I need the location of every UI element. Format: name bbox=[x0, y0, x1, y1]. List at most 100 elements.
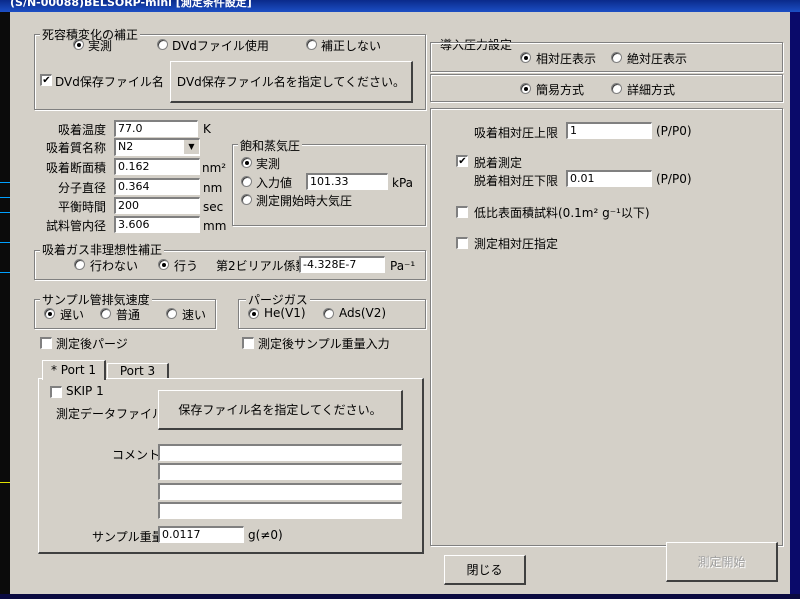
exhaust-normal-label: 普通 bbox=[116, 308, 141, 322]
purge-he-label: He(V1) bbox=[264, 306, 306, 320]
background-strip-left bbox=[0, 12, 10, 599]
saturation-input-radio[interactable] bbox=[241, 176, 252, 187]
nonideal-yes-radio[interactable] bbox=[158, 259, 169, 270]
mode-detail-label: 詳細方式 bbox=[627, 83, 676, 97]
dvd-filename-button[interactable]: DVd保存ファイル名を指定してください。 bbox=[170, 61, 413, 103]
equilibrium-label: 平衡時間 bbox=[58, 200, 107, 214]
temp-label: 吸着温度 bbox=[58, 123, 107, 137]
chevron-down-icon[interactable]: ▼ bbox=[183, 140, 199, 154]
purge-ads-radio[interactable] bbox=[323, 308, 334, 319]
area-unit: nm² bbox=[202, 161, 227, 175]
upper-limit-label: 吸着相対圧上限 bbox=[474, 126, 559, 140]
dead-volume-none-radio[interactable] bbox=[306, 39, 317, 50]
dvd-save-label: DVd保存ファイル名 bbox=[55, 75, 164, 89]
exhaust-normal-radio[interactable] bbox=[100, 308, 111, 319]
temp-unit: K bbox=[203, 122, 211, 136]
desorb-label: 脱着測定 bbox=[474, 156, 523, 170]
temp-input[interactable]: 77.0 bbox=[114, 120, 198, 137]
exhaust-slow-label: 遅い bbox=[60, 308, 85, 322]
saturation-measured-label: 実測 bbox=[256, 157, 281, 171]
dead-volume-dvd-file-radio[interactable] bbox=[157, 39, 168, 50]
diameter-label: 分子直径 bbox=[58, 181, 107, 195]
exhaust-fast-radio[interactable] bbox=[166, 308, 177, 319]
pressure-display-group bbox=[430, 42, 783, 72]
weight-unit: g(≠0) bbox=[248, 528, 283, 542]
area-label: 吸着断面積 bbox=[46, 161, 107, 175]
comment-label: コメント bbox=[112, 448, 161, 462]
window-title: (S/N-00088)BELSORP-mini [測定条件設定] bbox=[10, 0, 252, 9]
virial-coef-input[interactable]: -4.328E-7 bbox=[299, 256, 385, 273]
background-taskbar bbox=[0, 594, 800, 599]
comment-input-3[interactable] bbox=[158, 483, 402, 500]
dialog-window: 死容積変化の補正 実測 DVdファイル使用 補正しない ✔ DVd保存ファイル名… bbox=[10, 12, 790, 594]
display-absolute-radio[interactable] bbox=[611, 52, 622, 63]
after-purge-label: 測定後パージ bbox=[56, 337, 128, 351]
saturation-atm-radio[interactable] bbox=[241, 194, 252, 205]
nonideal-no-label: 行わない bbox=[90, 259, 139, 273]
rel-spec-checkbox[interactable] bbox=[456, 237, 468, 249]
diameter-unit: nm bbox=[203, 181, 223, 195]
datafile-button[interactable]: 保存ファイル名を指定してください。 bbox=[158, 390, 403, 430]
upper-limit-input[interactable]: 1 bbox=[566, 122, 652, 139]
saturation-input-label: 入力値 bbox=[256, 176, 293, 190]
tab-port-3[interactable]: Port 3 bbox=[107, 363, 169, 379]
area-input[interactable]: 0.162 bbox=[114, 158, 200, 175]
mode-simple-radio[interactable] bbox=[520, 83, 531, 94]
skip-label: SKIP 1 bbox=[66, 384, 104, 398]
tube-unit: mm bbox=[203, 219, 227, 233]
diameter-input[interactable]: 0.364 bbox=[114, 178, 200, 195]
comment-input-1[interactable] bbox=[158, 444, 402, 461]
weight-input[interactable]: 0.0117 bbox=[158, 526, 244, 543]
saturation-title: 飽和蒸気圧 bbox=[238, 137, 303, 154]
display-absolute-label: 絶対圧表示 bbox=[627, 52, 688, 66]
after-weight-checkbox[interactable] bbox=[242, 337, 254, 349]
rel-spec-label: 測定相対圧指定 bbox=[474, 237, 559, 251]
start-measurement-button[interactable]: 測定開始 bbox=[666, 542, 778, 582]
low-area-label: 低比表面積試料(0.1m² g⁻¹以下) bbox=[474, 206, 650, 220]
tube-label: 試料管内径 bbox=[46, 219, 107, 233]
dvd-save-checkbox[interactable]: ✔ bbox=[40, 74, 52, 86]
gas-select[interactable]: N2 ▼ bbox=[114, 138, 200, 156]
after-purge-checkbox[interactable] bbox=[40, 337, 52, 349]
saturation-atm-label: 測定開始時大気圧 bbox=[256, 194, 353, 208]
gas-select-value: N2 bbox=[118, 140, 134, 153]
purge-he-radio[interactable] bbox=[248, 308, 259, 319]
upper-limit-unit: (P/P0) bbox=[656, 124, 692, 138]
nonideal-title: 吸着ガス非理想性補正 bbox=[40, 241, 165, 258]
comment-input-2[interactable] bbox=[158, 463, 402, 480]
low-area-checkbox[interactable] bbox=[456, 206, 468, 218]
comment-input-4[interactable] bbox=[158, 502, 402, 519]
pressure-mode-group bbox=[430, 74, 783, 102]
gas-label: 吸着質名称 bbox=[46, 141, 107, 155]
mode-detail-radio[interactable] bbox=[611, 83, 622, 94]
saturation-input-field[interactable]: 101.33 bbox=[306, 173, 388, 190]
dead-volume-measured-label: 実測 bbox=[88, 39, 113, 53]
dead-volume-dvd-file-label: DVdファイル使用 bbox=[172, 39, 269, 53]
desorb-checkbox[interactable]: ✔ bbox=[456, 155, 468, 167]
lower-limit-input[interactable]: 0.01 bbox=[566, 170, 652, 187]
virial-coef-label: 第2ビリアル係数 bbox=[216, 259, 308, 273]
close-button[interactable]: 閉じる bbox=[444, 555, 526, 585]
equilibrium-input[interactable]: 200 bbox=[114, 197, 200, 214]
equilibrium-unit: sec bbox=[203, 200, 224, 214]
dead-volume-measured-radio[interactable] bbox=[73, 39, 84, 50]
purge-ads-label: Ads(V2) bbox=[339, 306, 387, 320]
display-relative-label: 相対圧表示 bbox=[536, 52, 597, 66]
display-relative-radio[interactable] bbox=[520, 52, 531, 63]
saturation-unit: kPa bbox=[392, 176, 413, 190]
mode-simple-label: 簡易方式 bbox=[536, 83, 585, 97]
nonideal-yes-label: 行う bbox=[174, 259, 199, 273]
exhaust-fast-label: 速い bbox=[182, 308, 207, 322]
tab-port-1[interactable]: * Port 1 bbox=[42, 360, 106, 380]
saturation-measured-radio[interactable] bbox=[241, 157, 252, 168]
tube-input[interactable]: 3.606 bbox=[114, 216, 200, 233]
exhaust-slow-radio[interactable] bbox=[44, 308, 55, 319]
weight-label: サンプル重量 bbox=[92, 530, 164, 544]
virial-coef-unit: Pa⁻¹ bbox=[390, 259, 416, 273]
dead-volume-none-label: 補正しない bbox=[321, 39, 382, 53]
lower-limit-label: 脱着相対圧下限 bbox=[474, 174, 559, 188]
nonideal-no-radio[interactable] bbox=[74, 259, 85, 270]
skip-checkbox[interactable] bbox=[50, 386, 62, 398]
window-title-bar: (S/N-00088)BELSORP-mini [測定条件設定] bbox=[0, 0, 800, 12]
after-weight-label: 測定後サンプル重量入力 bbox=[258, 337, 390, 351]
